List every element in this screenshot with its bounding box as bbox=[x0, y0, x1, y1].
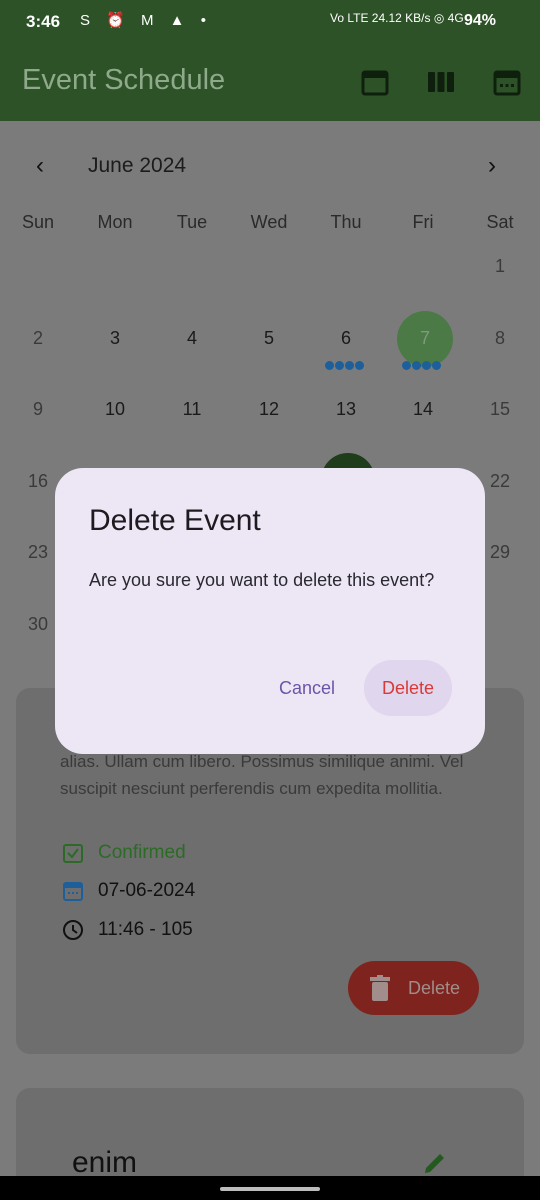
app-bar: Event Schedule bbox=[0, 44, 540, 121]
weekday-mon: Mon bbox=[97, 212, 133, 232]
calendar-day[interactable]: 12 bbox=[239, 399, 299, 420]
event-status: Confirmed bbox=[98, 842, 186, 864]
calendar-day[interactable]: 5 bbox=[239, 328, 299, 349]
delete-dialog: Delete Event Are you sure you want to de… bbox=[55, 468, 485, 754]
calendar-day[interactable]: 11 bbox=[162, 399, 222, 420]
next-month-button[interactable]: › bbox=[488, 152, 496, 180]
status-time: 3:46 bbox=[26, 12, 61, 31]
event-date-row: 07-06-2024 bbox=[62, 880, 195, 902]
weekday-thu: Thu bbox=[330, 212, 362, 232]
calendar-icon bbox=[63, 882, 83, 901]
calendar-day[interactable]: 6 bbox=[316, 328, 376, 349]
calendar-day[interactable]: 9 bbox=[8, 399, 68, 420]
page-title: Event Schedule bbox=[22, 64, 226, 96]
calendar-day[interactable]: 13 bbox=[316, 399, 376, 420]
home-gesture-handle[interactable] bbox=[220, 1187, 320, 1191]
system-nav-bar bbox=[0, 1176, 540, 1200]
battery-level: 94% bbox=[464, 12, 497, 29]
weekday-tue: Tue bbox=[176, 212, 208, 232]
month-label: June 2024 bbox=[88, 154, 187, 177]
calendar-day[interactable]: 10 bbox=[85, 399, 145, 420]
event-status-row: Confirmed bbox=[62, 842, 186, 864]
calendar-day-icon[interactable] bbox=[491, 66, 523, 98]
network-indicators: Vo LTE 24.12 KB/s ◎ 4G bbox=[330, 11, 464, 25]
event-dots bbox=[401, 357, 441, 370]
card-delete-label: Delete bbox=[408, 978, 461, 998]
edit-icon[interactable] bbox=[422, 1150, 448, 1176]
prev-month-button[interactable]: ‹ bbox=[36, 152, 44, 180]
trash-icon bbox=[370, 975, 390, 1001]
notification-icons: S ⏰ M ▲ • bbox=[80, 12, 212, 29]
calendar-day[interactable]: 2 bbox=[8, 328, 68, 349]
weekday-sun: Sun bbox=[21, 212, 55, 232]
view-week-icon[interactable] bbox=[425, 66, 457, 98]
calendar-day[interactable]: 1 bbox=[470, 256, 530, 277]
checkbox-icon bbox=[63, 844, 83, 863]
event-description: alias. Ullam cum libero. Possimus simili… bbox=[60, 752, 464, 798]
calendar-day[interactable]: 4 bbox=[162, 328, 222, 349]
calendar-day-selected[interactable]: 7 bbox=[395, 328, 455, 349]
status-bar: 3:46 S ⏰ M ▲ • Vo LTE 24.12 KB/s ◎ 4G 94… bbox=[0, 0, 540, 44]
dialog-message: Are you sure you want to delete this eve… bbox=[89, 570, 435, 590]
event-time-row: 11:46 - 105 bbox=[62, 919, 193, 941]
calendar-day[interactable]: 3 bbox=[85, 328, 145, 349]
calendar-day[interactable]: 15 bbox=[470, 399, 530, 420]
delete-button[interactable]: Delete bbox=[364, 660, 452, 716]
event-time: 11:46 - 105 bbox=[98, 919, 193, 941]
weekday-fri: Fri bbox=[412, 212, 434, 232]
event-title: enim bbox=[72, 1146, 138, 1179]
clock-icon bbox=[63, 920, 83, 940]
weekday-sat: Sat bbox=[486, 212, 514, 232]
cancel-button[interactable]: Cancel bbox=[265, 660, 349, 716]
calendar-month-icon[interactable] bbox=[359, 66, 391, 98]
card-delete-button[interactable]: Delete bbox=[348, 961, 479, 1015]
dialog-title: Delete Event bbox=[89, 504, 261, 537]
weekday-wed: Wed bbox=[250, 212, 288, 232]
calendar-day[interactable]: 14 bbox=[393, 399, 453, 420]
event-date: 07-06-2024 bbox=[98, 880, 196, 902]
calendar-day[interactable]: 8 bbox=[470, 328, 530, 349]
event-dots bbox=[324, 357, 364, 370]
